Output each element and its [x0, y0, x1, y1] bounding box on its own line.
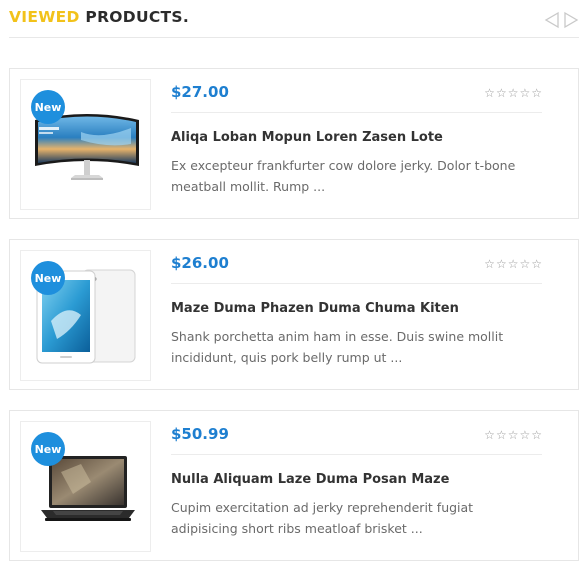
viewed-products-header: VIEWED PRODUCTS.: [9, 0, 579, 38]
star-empty-icon: ☆: [531, 86, 542, 100]
product-card: New $27.00 ☆ ☆ ☆ ☆ ☆ Aliqa Loban Mopun L…: [9, 68, 579, 219]
product-price: $26.00: [171, 254, 229, 272]
product-name-link[interactable]: Maze Duma Phazen Duma Chuma Kiten: [171, 301, 459, 316]
new-badge: New: [31, 90, 65, 124]
star-empty-icon: ☆: [484, 257, 495, 271]
star-empty-icon: ☆: [507, 257, 519, 271]
rating-stars: ☆ ☆ ☆ ☆ ☆: [484, 429, 542, 441]
star-empty-icon: ☆: [519, 428, 531, 442]
product-image[interactable]: New: [20, 250, 151, 381]
divider: [171, 454, 542, 455]
product-price: $50.99: [171, 425, 229, 443]
product-image[interactable]: New: [20, 421, 151, 552]
star-empty-icon: ☆: [484, 428, 495, 442]
product-description: Cupim exercitation ad jerky reprehenderi…: [171, 500, 474, 536]
rating-stars: ☆ ☆ ☆ ☆ ☆: [484, 87, 542, 99]
star-empty-icon: ☆: [507, 428, 519, 442]
product-name-link[interactable]: Aliqa Loban Mopun Loren Zasen Lote: [171, 130, 443, 145]
divider: [171, 112, 542, 113]
carousel-nav: [544, 11, 579, 29]
section-title: VIEWED PRODUCTS.: [9, 8, 189, 26]
section-title-rest: PRODUCTS.: [85, 8, 190, 26]
divider: [171, 283, 542, 284]
new-badge: New: [31, 432, 65, 466]
star-empty-icon: ☆: [519, 257, 531, 271]
star-empty-icon: ☆: [495, 86, 507, 100]
product-image[interactable]: New: [20, 79, 151, 210]
chevron-left-icon[interactable]: [544, 11, 560, 29]
star-empty-icon: ☆: [531, 428, 542, 442]
star-empty-icon: ☆: [531, 257, 542, 271]
star-empty-icon: ☆: [519, 86, 531, 100]
product-description: Shank porchetta anim ham in esse. Duis s…: [171, 329, 504, 365]
product-card: New $26.00 ☆ ☆ ☆ ☆ ☆ Maze Duma Phazen Du…: [9, 239, 579, 390]
product-card: New $50.99 ☆ ☆ ☆ ☆ ☆ Nulla Aliquam Laze …: [9, 410, 579, 561]
star-empty-icon: ☆: [495, 257, 507, 271]
section-title-accent: VIEWED: [9, 8, 80, 26]
star-empty-icon: ☆: [484, 86, 495, 100]
new-badge: New: [31, 261, 65, 295]
star-empty-icon: ☆: [495, 428, 507, 442]
star-empty-icon: ☆: [507, 86, 519, 100]
rating-stars: ☆ ☆ ☆ ☆ ☆: [484, 258, 542, 270]
product-description: Ex excepteur frankfurter cow dolore jerk…: [171, 158, 516, 194]
product-price: $27.00: [171, 83, 229, 101]
product-name-link[interactable]: Nulla Aliquam Laze Duma Posan Maze: [171, 472, 449, 487]
chevron-right-icon[interactable]: [563, 11, 579, 29]
